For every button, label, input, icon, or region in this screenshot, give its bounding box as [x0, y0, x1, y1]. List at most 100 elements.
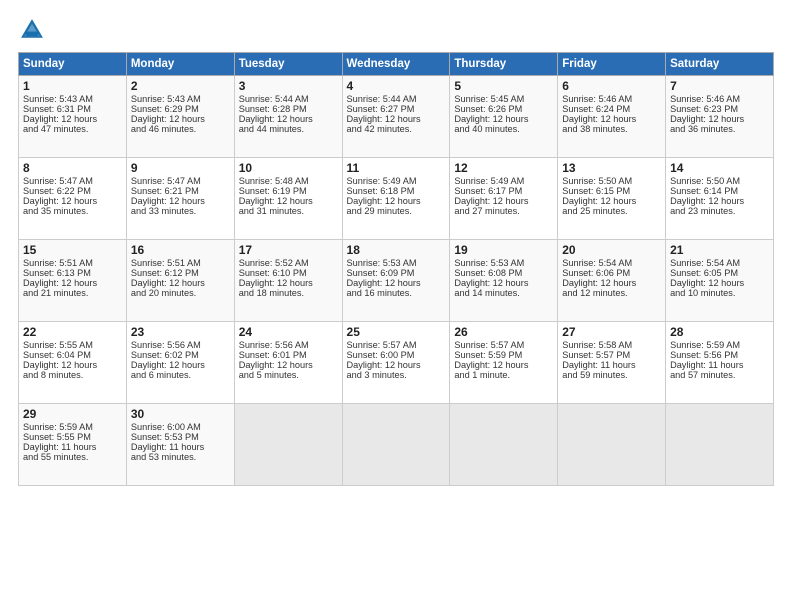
day-info-line: Daylight: 12 hours: [23, 114, 122, 124]
day-number: 19: [454, 243, 553, 257]
calendar-table: SundayMondayTuesdayWednesdayThursdayFrid…: [18, 52, 774, 486]
calendar-cell: 11Sunrise: 5:49 AMSunset: 6:18 PMDayligh…: [342, 158, 450, 240]
calendar-cell: 26Sunrise: 5:57 AMSunset: 5:59 PMDayligh…: [450, 322, 558, 404]
day-info-line: Sunrise: 5:49 AM: [347, 176, 446, 186]
calendar-cell: 7Sunrise: 5:46 AMSunset: 6:23 PMDaylight…: [666, 76, 774, 158]
day-info-line: Daylight: 12 hours: [562, 196, 661, 206]
day-info-line: Sunrise: 5:43 AM: [23, 94, 122, 104]
day-info-line: Sunrise: 5:53 AM: [454, 258, 553, 268]
day-info-line: Daylight: 12 hours: [347, 114, 446, 124]
day-info-line: Sunset: 6:10 PM: [239, 268, 338, 278]
day-info-line: Sunrise: 5:56 AM: [239, 340, 338, 350]
day-number: 28: [670, 325, 769, 339]
calendar-cell: [342, 404, 450, 486]
day-info-line: and 55 minutes.: [23, 452, 122, 462]
day-info-line: and 25 minutes.: [562, 206, 661, 216]
day-info-line: Daylight: 11 hours: [131, 442, 230, 452]
calendar-cell: 30Sunrise: 6:00 AMSunset: 5:53 PMDayligh…: [126, 404, 234, 486]
day-info-line: Sunrise: 5:50 AM: [670, 176, 769, 186]
day-header-saturday: Saturday: [666, 53, 774, 76]
day-info-line: Daylight: 12 hours: [670, 278, 769, 288]
calendar-cell: 24Sunrise: 5:56 AMSunset: 6:01 PMDayligh…: [234, 322, 342, 404]
day-info-line: Daylight: 12 hours: [454, 278, 553, 288]
day-number: 10: [239, 161, 338, 175]
day-info-line: Sunrise: 6:00 AM: [131, 422, 230, 432]
day-header-wednesday: Wednesday: [342, 53, 450, 76]
day-number: 21: [670, 243, 769, 257]
day-info-line: Sunrise: 5:57 AM: [454, 340, 553, 350]
day-info-line: Sunset: 6:06 PM: [562, 268, 661, 278]
calendar-cell: 28Sunrise: 5:59 AMSunset: 5:56 PMDayligh…: [666, 322, 774, 404]
calendar-cell: 14Sunrise: 5:50 AMSunset: 6:14 PMDayligh…: [666, 158, 774, 240]
day-info-line: Sunset: 6:26 PM: [454, 104, 553, 114]
day-info-line: and 59 minutes.: [562, 370, 661, 380]
day-number: 1: [23, 79, 122, 93]
day-info-line: and 14 minutes.: [454, 288, 553, 298]
day-info-line: Daylight: 12 hours: [131, 196, 230, 206]
day-header-tuesday: Tuesday: [234, 53, 342, 76]
day-info-line: Daylight: 12 hours: [347, 196, 446, 206]
day-info-line: Daylight: 12 hours: [239, 278, 338, 288]
calendar-cell: 9Sunrise: 5:47 AMSunset: 6:21 PMDaylight…: [126, 158, 234, 240]
day-info-line: Sunset: 6:14 PM: [670, 186, 769, 196]
day-info-line: Daylight: 12 hours: [239, 114, 338, 124]
calendar-cell: [666, 404, 774, 486]
calendar-cell: 16Sunrise: 5:51 AMSunset: 6:12 PMDayligh…: [126, 240, 234, 322]
day-info-line: Daylight: 12 hours: [454, 114, 553, 124]
day-info-line: Sunrise: 5:55 AM: [23, 340, 122, 350]
calendar-cell: 20Sunrise: 5:54 AMSunset: 6:06 PMDayligh…: [558, 240, 666, 322]
calendar-cell: 29Sunrise: 5:59 AMSunset: 5:55 PMDayligh…: [19, 404, 127, 486]
day-info-line: Sunrise: 5:47 AM: [23, 176, 122, 186]
day-info-line: Sunrise: 5:53 AM: [347, 258, 446, 268]
day-info-line: Sunrise: 5:44 AM: [347, 94, 446, 104]
calendar-cell: 6Sunrise: 5:46 AMSunset: 6:24 PMDaylight…: [558, 76, 666, 158]
day-info-line: Sunset: 5:59 PM: [454, 350, 553, 360]
day-info-line: Sunset: 6:29 PM: [131, 104, 230, 114]
day-info-line: Sunrise: 5:59 AM: [23, 422, 122, 432]
day-number: 30: [131, 407, 230, 421]
day-info-line: Sunset: 6:05 PM: [670, 268, 769, 278]
calendar-cell: 27Sunrise: 5:58 AMSunset: 5:57 PMDayligh…: [558, 322, 666, 404]
day-info-line: Sunset: 5:53 PM: [131, 432, 230, 442]
day-info-line: Daylight: 12 hours: [562, 114, 661, 124]
day-info-line: Sunset: 6:00 PM: [347, 350, 446, 360]
day-number: 25: [347, 325, 446, 339]
day-info-line: Sunset: 6:19 PM: [239, 186, 338, 196]
day-info-line: Sunset: 6:15 PM: [562, 186, 661, 196]
day-info-line: Sunset: 5:55 PM: [23, 432, 122, 442]
day-info-line: Sunset: 6:22 PM: [23, 186, 122, 196]
day-info-line: Sunrise: 5:52 AM: [239, 258, 338, 268]
day-info-line: and 3 minutes.: [347, 370, 446, 380]
day-info-line: Daylight: 12 hours: [454, 360, 553, 370]
day-number: 8: [23, 161, 122, 175]
calendar-cell: 15Sunrise: 5:51 AMSunset: 6:13 PMDayligh…: [19, 240, 127, 322]
day-info-line: Daylight: 12 hours: [23, 196, 122, 206]
day-info-line: Sunrise: 5:46 AM: [670, 94, 769, 104]
day-number: 13: [562, 161, 661, 175]
day-number: 29: [23, 407, 122, 421]
day-info-line: Daylight: 12 hours: [131, 278, 230, 288]
day-number: 26: [454, 325, 553, 339]
day-info-line: Sunrise: 5:58 AM: [562, 340, 661, 350]
day-info-line: and 53 minutes.: [131, 452, 230, 462]
day-info-line: Daylight: 12 hours: [131, 360, 230, 370]
day-info-line: and 5 minutes.: [239, 370, 338, 380]
day-header-friday: Friday: [558, 53, 666, 76]
day-info-line: Daylight: 11 hours: [23, 442, 122, 452]
day-info-line: and 21 minutes.: [23, 288, 122, 298]
calendar-cell: [558, 404, 666, 486]
day-info-line: and 31 minutes.: [239, 206, 338, 216]
day-number: 22: [23, 325, 122, 339]
header: [18, 16, 774, 44]
calendar-cell: 10Sunrise: 5:48 AMSunset: 6:19 PMDayligh…: [234, 158, 342, 240]
day-info-line: Daylight: 12 hours: [239, 360, 338, 370]
day-info-line: Daylight: 12 hours: [239, 196, 338, 206]
day-info-line: and 6 minutes.: [131, 370, 230, 380]
day-info-line: Sunset: 6:17 PM: [454, 186, 553, 196]
day-info-line: Sunrise: 5:47 AM: [131, 176, 230, 186]
day-info-line: Sunset: 6:01 PM: [239, 350, 338, 360]
day-info-line: Daylight: 12 hours: [347, 360, 446, 370]
day-number: 16: [131, 243, 230, 257]
day-info-line: Sunrise: 5:57 AM: [347, 340, 446, 350]
day-info-line: and 33 minutes.: [131, 206, 230, 216]
